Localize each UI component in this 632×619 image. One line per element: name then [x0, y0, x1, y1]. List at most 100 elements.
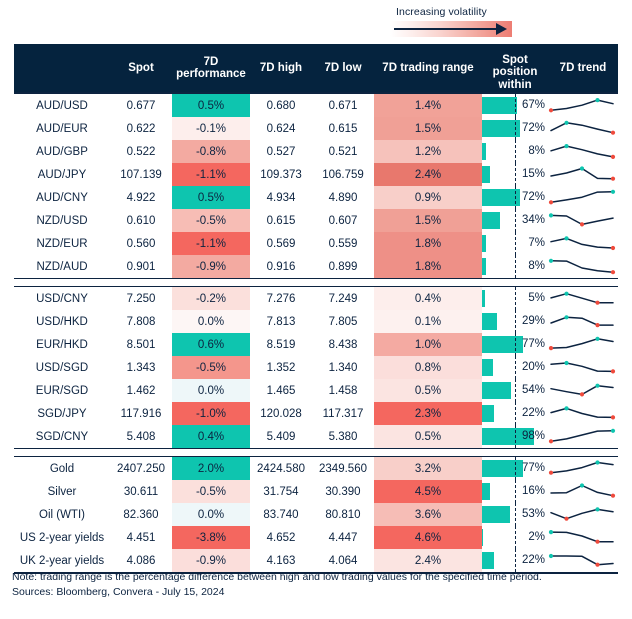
spot-position-value: 98% [521, 430, 545, 442]
header-cell-spot-position-text: Spot position within range [492, 54, 538, 92]
cell-trading-range: 1.2% [374, 140, 482, 163]
table-row[interactable]: AUD/CNY 4.922 0.5% 4.934 4.890 0.9% 72% [14, 186, 618, 209]
volatility-gradient-arrow [390, 20, 512, 38]
cell-trend [548, 232, 618, 255]
cell-spot-position: 34% [482, 209, 548, 232]
spot-position-bar [482, 483, 491, 500]
table-row[interactable]: US 2-year yields 4.451 -3.8% 4.652 4.447 4.6%… [14, 526, 618, 549]
spot-position-bar [482, 529, 484, 546]
spot-position-bar [482, 313, 498, 330]
table-row[interactable]: EUR/HKD 8.501 0.6% 8.519 8.438 1.0% 77% [14, 333, 618, 356]
cell-spot-position: 20% [482, 356, 548, 379]
spot-position-bar [482, 290, 485, 307]
spot-position-bar [482, 405, 494, 422]
cell-instrument: AUD/EUR [36, 122, 88, 135]
cell-performance: 0.4% [172, 425, 250, 448]
spot-position-value: 54% [521, 384, 545, 396]
sparkline [548, 310, 618, 333]
header-cell-low: 7D low [312, 44, 374, 92]
cell-trading-range: 1.0% [374, 333, 482, 356]
cell-low: 30.390 [325, 485, 361, 498]
cell-high: 0.615 [266, 214, 296, 227]
table-row[interactable]: USD/CNY 7.250 -0.2% 7.276 7.249 0.4% 5% [14, 287, 618, 310]
cell-instrument: AUD/CNY [36, 191, 88, 204]
cell-trading-range: 2.4% [374, 549, 482, 572]
cell-spot: 8.501 [126, 338, 156, 351]
table-row[interactable]: Oil (WTI) 82.360 0.0% 83.740 80.810 3.6% 53% [14, 503, 618, 526]
section-separator [14, 448, 618, 457]
table-row[interactable]: AUD/USD 0.677 0.5% 0.680 0.671 1.4% 67% [14, 94, 618, 117]
cell-spot: 0.522 [126, 145, 156, 158]
cell-performance: -0.8% [172, 140, 250, 163]
cell-low: 7.249 [328, 292, 358, 305]
midpoint-dashed-line [515, 255, 516, 278]
spot-position-bar [482, 359, 493, 376]
cell-high: 0.527 [266, 145, 296, 158]
cell-trading-range: 0.5% [374, 379, 482, 402]
table-row[interactable]: SGD/CNY 5.408 0.4% 5.409 5.380 0.5% 98% [14, 425, 618, 448]
market-dashboard: Increasing volatility Spot 7D performanc… [0, 0, 632, 619]
cell-trend [548, 356, 618, 379]
cell-trend [548, 140, 618, 163]
cell-low: 2349.560 [319, 462, 367, 475]
cell-trend [548, 163, 618, 186]
spot-position-value: 72% [521, 122, 545, 134]
cell-spot: 7.250 [126, 292, 156, 305]
sparkline [548, 402, 618, 425]
midpoint-dashed-line [515, 526, 516, 549]
spot-position-bar [482, 460, 523, 477]
volatility-legend: Increasing volatility [390, 6, 512, 38]
table-row[interactable]: AUD/JPY 107.139 -1.1% 109.373 106.759 2.4% 15% [14, 163, 618, 186]
sparkline [548, 209, 618, 232]
table-row[interactable]: AUD/EUR 0.622 -0.1% 0.624 0.615 1.5% 72% [14, 117, 618, 140]
cell-spot: 0.677 [126, 99, 156, 112]
cell-performance: -3.8% [172, 526, 250, 549]
cell-high: 5.409 [266, 430, 296, 443]
cell-trend [548, 209, 618, 232]
midpoint-dashed-line [515, 310, 516, 333]
cell-spot: 1.462 [126, 384, 156, 397]
table-row[interactable]: Gold 2407.250 2.0% 2424.580 2349.560 3.2% 77% [14, 457, 618, 480]
cell-low: 0.615 [328, 122, 358, 135]
cell-spot: 1.343 [126, 361, 156, 374]
footnotes: Note: trading range is the percentage di… [12, 570, 624, 600]
cell-instrument: NZD/USD [36, 214, 88, 227]
table-row[interactable]: USD/SGD 1.343 -0.5% 1.352 1.340 0.8% 20% [14, 356, 618, 379]
table-row[interactable]: UK 2-year yields 4.086 -0.9% 4.163 4.064 2.4%… [14, 549, 618, 572]
header-cell-high: 7D high [250, 44, 312, 92]
table-row[interactable]: EUR/SGD 1.462 0.0% 1.465 1.458 0.5% 54% [14, 379, 618, 402]
table-header: Spot 7D performance 7D high 7D low 7D tr… [14, 44, 618, 92]
table-row[interactable]: NZD/USD 0.610 -0.5% 0.615 0.607 1.5% 34% [14, 209, 618, 232]
cell-spot-position: 72% [482, 117, 548, 140]
table-row[interactable]: Silver 30.611 -0.5% 31.754 30.390 4.5% 16% [14, 480, 618, 503]
cell-low: 4.447 [328, 531, 358, 544]
midpoint-dashed-line [515, 503, 516, 526]
cell-trading-range: 1.5% [374, 117, 482, 140]
cell-spot-position: 98% [482, 425, 548, 448]
cell-spot: 117.916 [120, 407, 162, 420]
table-row[interactable]: SGD/JPY 117.916 -1.0% 120.028 117.317 2.3% 22% [14, 402, 618, 425]
cell-spot: 0.901 [126, 260, 156, 273]
cell-performance: 0.0% [172, 503, 250, 526]
volatility-arrow-head [496, 23, 507, 35]
sparkline [548, 232, 618, 255]
cell-spot: 5.408 [126, 430, 156, 443]
spot-position-value: 16% [521, 485, 545, 497]
table-row[interactable]: AUD/GBP 0.522 -0.8% 0.527 0.521 1.2% 8% [14, 140, 618, 163]
cell-trend [548, 480, 618, 503]
cell-instrument: NZD/AUD [36, 260, 88, 273]
cell-performance: 2.0% [172, 457, 250, 480]
cell-trend [548, 457, 618, 480]
cell-trend [548, 94, 618, 117]
cell-low: 5.380 [328, 430, 358, 443]
cell-spot-position: 2% [482, 526, 548, 549]
table-row[interactable]: NZD/EUR 0.560 -1.1% 0.569 0.559 1.8% 7% [14, 232, 618, 255]
table-row[interactable]: USD/HKD 7.808 0.0% 7.813 7.805 0.1% 29% [14, 310, 618, 333]
cell-trend [548, 310, 618, 333]
footnote-trading-range: Note: trading range is the percentage di… [12, 571, 542, 583]
cell-instrument: EUR/SGD [35, 384, 89, 397]
cell-high: 0.916 [266, 260, 296, 273]
cell-high: 0.624 [266, 122, 296, 135]
cell-high: 1.352 [266, 361, 296, 374]
table-row[interactable]: NZD/AUD 0.901 -0.9% 0.916 0.899 1.8% 8% [14, 255, 618, 278]
